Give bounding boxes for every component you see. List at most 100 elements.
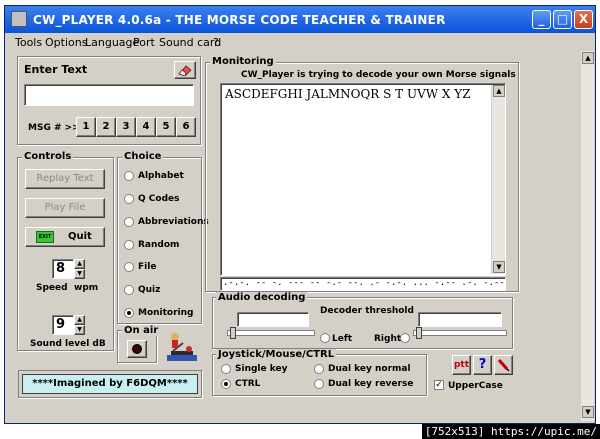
decoded-text-area[interactable]: ASCDEFGHI JALMNOQR S T UVW X YZ ▲ ▼ bbox=[220, 83, 506, 276]
choice-radio-quiz[interactable] bbox=[124, 285, 134, 295]
on-air-label: On air bbox=[122, 325, 161, 336]
enter-text-panel: Enter Text MSG # >> 1 2 3 4 5 6 bbox=[17, 56, 201, 145]
sound-down-button[interactable]: ▼ bbox=[74, 325, 85, 335]
speed-up-button[interactable]: ▲ bbox=[74, 259, 85, 269]
left-level-thumb[interactable] bbox=[230, 327, 236, 339]
left-threshold-field[interactable] bbox=[237, 312, 309, 327]
choice-label-q-codes[interactable]: Q Codes bbox=[138, 194, 179, 204]
ptt-button[interactable]: ptt bbox=[452, 355, 471, 375]
decoder-threshold-label: Decoder threshold bbox=[320, 306, 414, 316]
minimize-button[interactable]: _ bbox=[532, 10, 551, 29]
choice-radio-alphabet[interactable] bbox=[124, 171, 134, 181]
audio-decoding-title: Audio decoding bbox=[216, 292, 308, 303]
right-threshold-field[interactable] bbox=[418, 312, 502, 327]
choice-label-quiz[interactable]: Quiz bbox=[138, 285, 160, 295]
speed-label: Speed bbox=[36, 283, 68, 293]
monitoring-title: Monitoring bbox=[210, 56, 276, 67]
dual-key-normal-label[interactable]: Dual key normal bbox=[328, 364, 411, 374]
controls-group: Controls Replay Text Play File EXIT Quit… bbox=[17, 151, 114, 351]
enter-text-title: Enter Text bbox=[24, 63, 88, 76]
exit-icon: EXIT bbox=[36, 231, 54, 243]
menu-bar: Tools Options Language Port Sound card ? bbox=[5, 33, 595, 51]
msg-button-3[interactable]: 3 bbox=[116, 117, 136, 137]
msg-button-4[interactable]: 4 bbox=[136, 117, 156, 137]
credit-box-outer: ****Imagined by F6DQM**** bbox=[18, 370, 202, 398]
speed-down-button[interactable]: ▼ bbox=[74, 269, 85, 279]
pen-icon bbox=[497, 359, 510, 372]
speed-input[interactable]: 8 bbox=[52, 259, 74, 279]
right-channel-radio[interactable] bbox=[400, 333, 410, 343]
quit-label: Quit bbox=[68, 231, 92, 242]
choice-radio-random[interactable] bbox=[124, 240, 134, 250]
menu-port[interactable]: Port bbox=[133, 36, 155, 49]
right-level-thumb[interactable] bbox=[416, 327, 422, 339]
choice-label-random[interactable]: Random bbox=[138, 240, 179, 250]
right-level-slider[interactable] bbox=[413, 330, 507, 336]
choice-label-file[interactable]: File bbox=[138, 262, 156, 272]
single-key-radio[interactable] bbox=[221, 364, 231, 374]
msg-button-6[interactable]: 6 bbox=[176, 117, 196, 137]
clear-text-button[interactable] bbox=[174, 61, 196, 79]
joystick-group: Joystick/Mouse/CTRL Single key Dual key … bbox=[212, 349, 427, 396]
sound-level-input[interactable]: 9 bbox=[52, 315, 74, 335]
on-air-lamp-icon bbox=[132, 344, 142, 354]
window-scrollbar[interactable]: ▲ ▼ bbox=[580, 51, 594, 421]
dual-key-reverse-radio[interactable] bbox=[314, 379, 324, 389]
sound-up-button[interactable]: ▲ bbox=[74, 315, 85, 325]
menu-help[interactable]: ? bbox=[213, 36, 219, 49]
menu-sound-card[interactable]: Sound card bbox=[159, 36, 221, 49]
main-window: CW_PLAYER 4.0.6a - THE MORSE CODE TEACHE… bbox=[4, 5, 596, 424]
monitoring-group: Monitoring CW_Player is trying to decode… bbox=[205, 56, 519, 292]
uppercase-label[interactable]: UpperCase bbox=[448, 381, 503, 391]
enter-text-input[interactable] bbox=[24, 84, 194, 106]
right-channel-label[interactable]: Right bbox=[374, 334, 401, 344]
choice-radio-monitoring[interactable] bbox=[124, 308, 134, 318]
maximize-button[interactable]: □ bbox=[553, 10, 572, 29]
morse-key-icon bbox=[167, 333, 197, 361]
decoded-scrollbar[interactable]: ▲ ▼ bbox=[491, 85, 505, 274]
menu-tools[interactable]: Tools bbox=[15, 36, 42, 49]
left-channel-label[interactable]: Left bbox=[332, 334, 352, 344]
help-button[interactable]: ? bbox=[473, 355, 492, 375]
window-scroll-up[interactable]: ▲ bbox=[582, 52, 594, 64]
replay-text-button[interactable]: Replay Text bbox=[25, 169, 105, 189]
msg-button-1[interactable]: 1 bbox=[76, 117, 96, 137]
speed-unit-label: wpm bbox=[74, 283, 99, 293]
uppercase-checkbox[interactable]: ✓ bbox=[434, 380, 444, 390]
audio-decoding-group: Audio decoding Decoder threshold Left Ri… bbox=[212, 292, 513, 349]
menu-options[interactable]: Options bbox=[45, 36, 87, 49]
choice-group: Choice Alphabet Q Codes Abbreviations Ra… bbox=[117, 151, 209, 324]
play-file-button[interactable]: Play File bbox=[25, 198, 105, 218]
choice-radio-abbreviations[interactable] bbox=[124, 217, 134, 227]
choice-label-alphabet[interactable]: Alphabet bbox=[138, 171, 184, 181]
left-level-slider[interactable] bbox=[227, 330, 315, 336]
choice-title: Choice bbox=[122, 151, 164, 162]
single-key-label[interactable]: Single key bbox=[235, 364, 287, 374]
pen-button[interactable] bbox=[494, 355, 513, 375]
scroll-up-button[interactable]: ▲ bbox=[493, 85, 505, 97]
title-bar[interactable]: CW_PLAYER 4.0.6a - THE MORSE CODE TEACHE… bbox=[5, 6, 595, 33]
choice-radio-file[interactable] bbox=[124, 262, 134, 272]
sound-level-label: Sound level dB bbox=[30, 339, 106, 349]
quit-button[interactable]: EXIT Quit bbox=[25, 227, 105, 247]
monitoring-subtitle: CW_Player is trying to decode your own M… bbox=[241, 70, 516, 80]
choice-radio-q-codes[interactable] bbox=[124, 194, 134, 204]
credit-label: ****Imagined by F6DQM**** bbox=[22, 374, 198, 394]
choice-label-monitoring[interactable]: Monitoring bbox=[138, 308, 194, 318]
menu-language[interactable]: Language bbox=[85, 36, 139, 49]
on-air-indicator bbox=[127, 340, 147, 358]
scroll-down-button[interactable]: ▼ bbox=[493, 261, 505, 273]
choice-label-abbreviations[interactable]: Abbreviations bbox=[138, 217, 209, 227]
msg-button-2[interactable]: 2 bbox=[96, 117, 116, 137]
window-scroll-down[interactable]: ▼ bbox=[582, 406, 594, 418]
ctrl-radio[interactable] bbox=[221, 379, 231, 389]
ctrl-label[interactable]: CTRL bbox=[235, 379, 260, 389]
close-button[interactable]: X bbox=[574, 10, 593, 29]
msg-button-5[interactable]: 5 bbox=[156, 117, 176, 137]
window-title: CW_PLAYER 4.0.6a - THE MORSE CODE TEACHE… bbox=[33, 13, 446, 27]
left-channel-radio[interactable] bbox=[320, 333, 330, 343]
watermark-label: [752x513] https://upic.me/ bbox=[421, 424, 600, 439]
dual-key-normal-radio[interactable] bbox=[314, 364, 324, 374]
controls-title: Controls bbox=[22, 151, 74, 162]
dual-key-reverse-label[interactable]: Dual key reverse bbox=[328, 379, 413, 389]
